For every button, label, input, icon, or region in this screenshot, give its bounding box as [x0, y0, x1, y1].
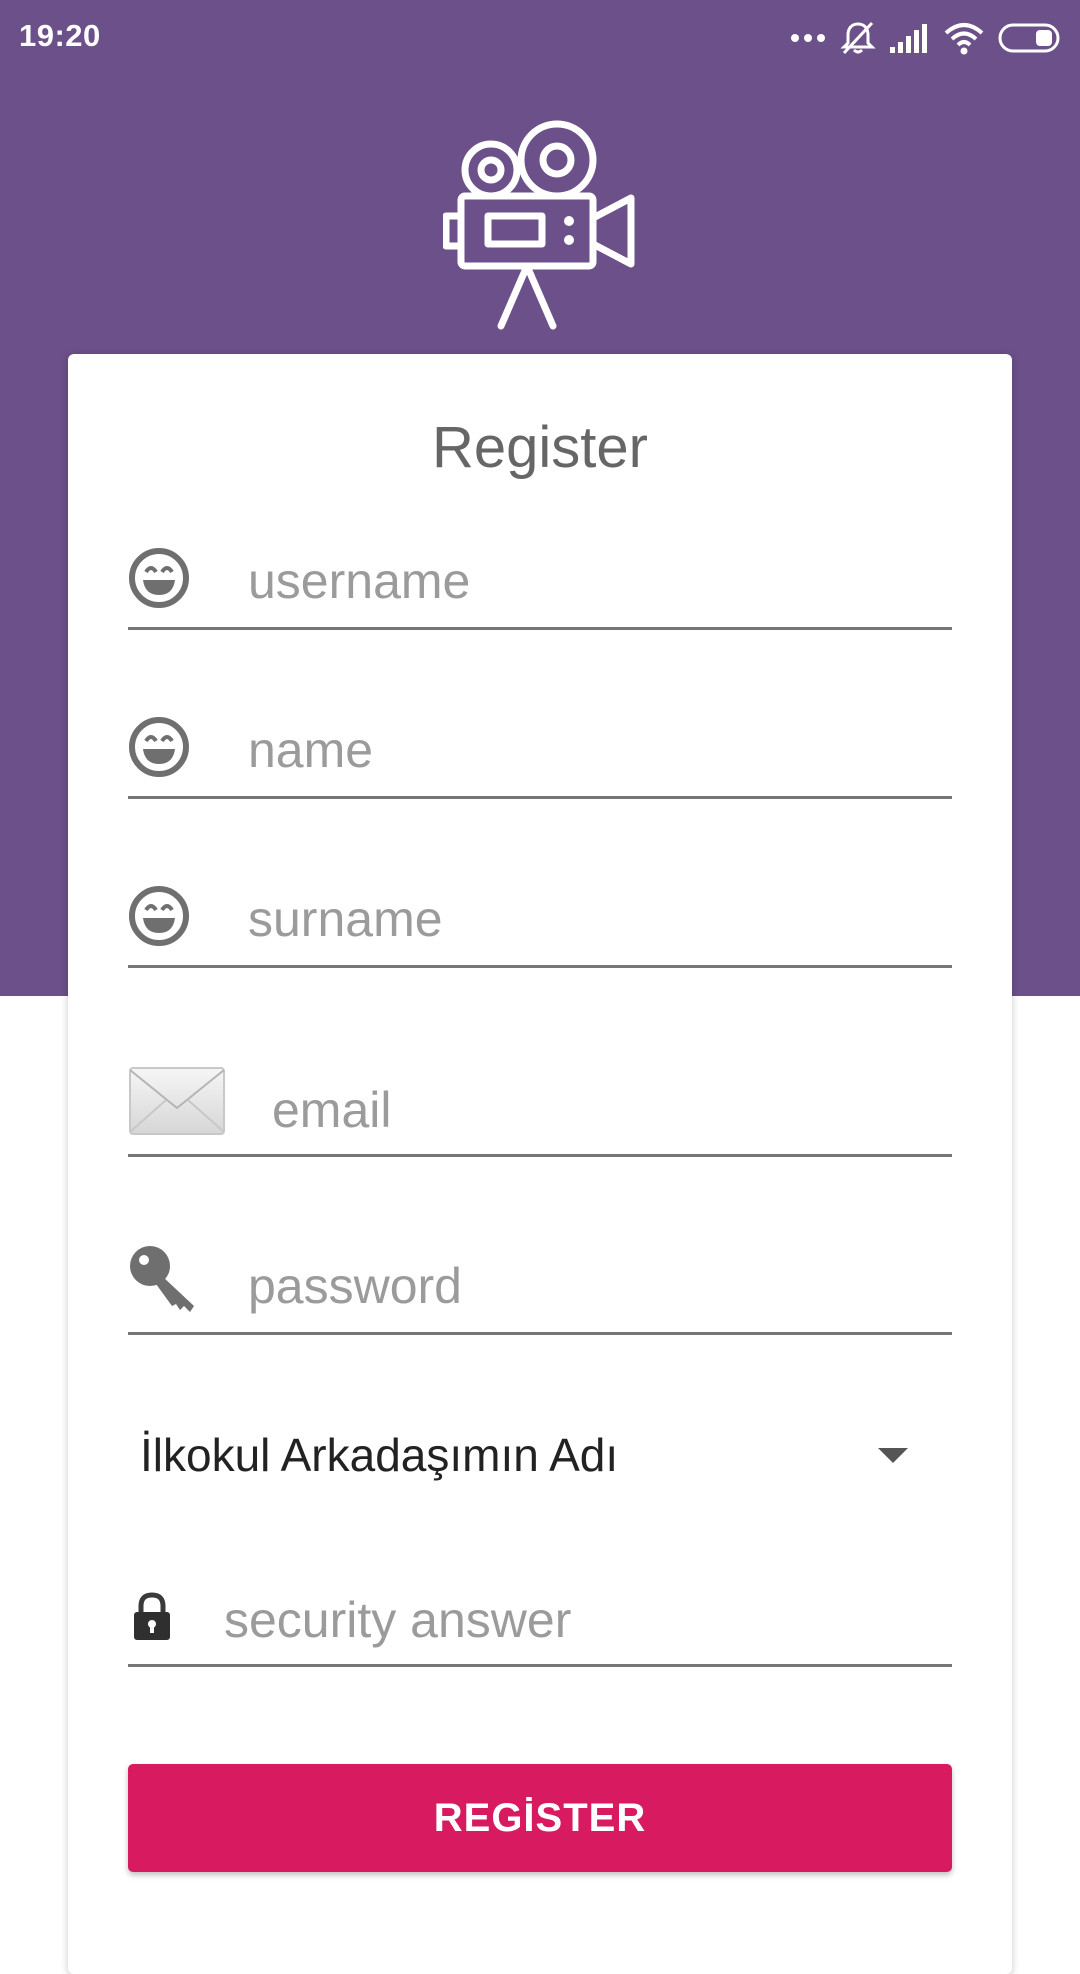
username-field[interactable]: [128, 519, 952, 630]
surname-input[interactable]: [248, 887, 948, 951]
password-input[interactable]: [248, 1254, 948, 1318]
notifications-off-icon: [840, 21, 876, 55]
smiley-icon: [129, 717, 189, 777]
smiley-icon: [129, 548, 189, 608]
wifi-icon: [944, 23, 984, 55]
surname-field[interactable]: [128, 857, 952, 968]
security-question-dropdown[interactable]: İlkokul Arkadaşımın Adı: [128, 1404, 952, 1504]
password-field[interactable]: [128, 1224, 952, 1335]
security-answer-field[interactable]: [128, 1556, 952, 1667]
username-input[interactable]: [248, 549, 948, 613]
lock-icon: [134, 1592, 170, 1640]
name-input[interactable]: [248, 718, 948, 782]
security-answer-input[interactable]: [224, 1588, 944, 1652]
envelope-icon: [129, 1067, 225, 1135]
status-icons: [790, 18, 1064, 58]
battery-icon: [998, 23, 1060, 53]
movie-camera-icon: [443, 120, 635, 330]
smiley-icon: [129, 886, 189, 946]
email-input[interactable]: [272, 1078, 942, 1142]
status-bar: 19:20: [0, 0, 1080, 74]
register-card: Register username name surname email İlk…: [68, 354, 1012, 1974]
chevron-down-icon: [878, 1448, 908, 1463]
page-title: Register: [432, 415, 648, 480]
status-time: 19:20: [19, 18, 101, 53]
more-dots-icon: [791, 34, 825, 42]
security-question-value: İlkokul Arkadaşımın Adı: [140, 1429, 619, 1481]
key-icon: [130, 1246, 194, 1312]
register-button[interactable]: REGİSTER: [128, 1764, 952, 1872]
name-field[interactable]: [128, 688, 952, 799]
email-field[interactable]: [128, 1044, 952, 1157]
signal-icon: [890, 24, 927, 53]
